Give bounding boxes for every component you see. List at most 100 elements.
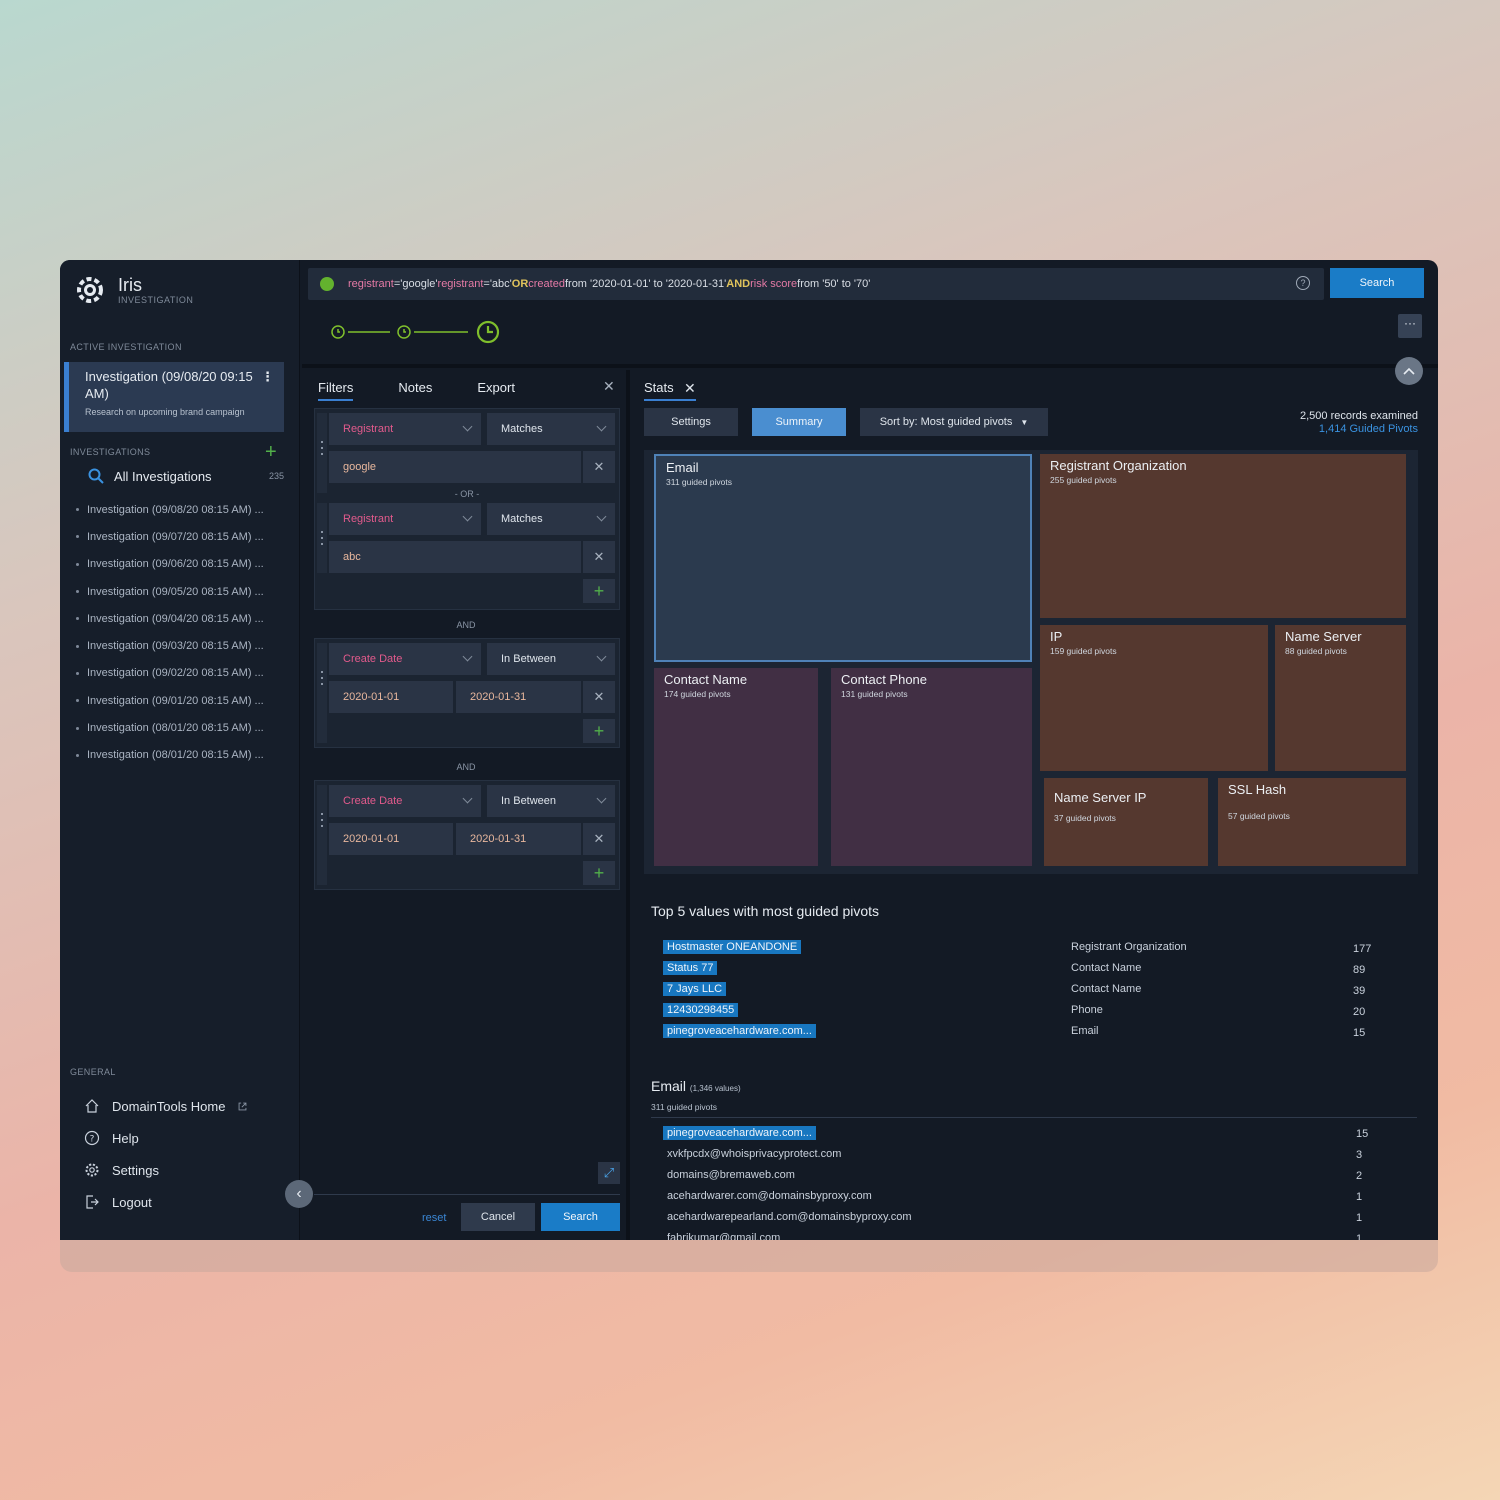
filter-operator-select[interactable]: In Between	[487, 785, 615, 817]
list-item[interactable]: Investigation (09/04/20 08:15 AM) ...	[76, 605, 286, 632]
table-row[interactable]: domains@bremaweb.com 2	[663, 1166, 1403, 1187]
add-value-button[interactable]: +	[583, 719, 615, 743]
list-item[interactable]: Investigation (09/07/20 08:15 AM) ...	[76, 523, 286, 550]
query-help-icon[interactable]: ?	[1296, 276, 1310, 290]
tab-export[interactable]: Export	[477, 376, 515, 401]
tab-notes[interactable]: Notes	[398, 376, 432, 401]
active-investigation-card[interactable]: Investigation (09/08/20 09:15 AM) Resear…	[64, 362, 284, 432]
filter-field-select[interactable]: Create Date	[329, 785, 481, 817]
more-options-button[interactable]: ···	[1398, 314, 1422, 338]
collapse-sidebar-button[interactable]: ‹	[285, 1180, 313, 1208]
expand-icon[interactable]: ⤢	[598, 1162, 620, 1184]
date-to-input[interactable]: 2020-01-31	[456, 681, 581, 713]
drag-handle-icon[interactable]	[317, 503, 327, 573]
remove-value-icon[interactable]: ✕	[583, 541, 615, 573]
treemap-tile-contact-phone[interactable]: Contact Phone 131 guided pivots	[831, 668, 1032, 866]
email-guided-pivots: 311 guided pivots	[651, 1102, 718, 1112]
pivot-value-chip[interactable]: Hostmaster ONEANDONE	[663, 940, 802, 954]
treemap-tile-ip[interactable]: IP 159 guided pivots	[1040, 625, 1268, 771]
collapse-up-button[interactable]	[1395, 357, 1423, 385]
treemap-tile-contact-name[interactable]: Contact Name 174 guided pivots	[654, 668, 818, 866]
sidebar: Iris INVESTIGATION ACTIVE INVESTIGATION …	[60, 260, 300, 1240]
drag-handle-icon[interactable]	[317, 413, 327, 493]
tab-filters[interactable]: Filters	[318, 376, 354, 401]
filter-value-input[interactable]: abc	[329, 541, 581, 573]
or-separator: - OR -	[454, 489, 480, 499]
general-menu: DomainTools Home ? Help Settings Logout	[84, 1090, 248, 1218]
logout-link[interactable]: Logout	[84, 1186, 248, 1218]
date-from-input[interactable]: 2020-01-01	[329, 823, 453, 855]
settings-link[interactable]: Settings	[84, 1154, 248, 1186]
bullet-icon	[76, 508, 79, 512]
treemap-tile-name-server[interactable]: Name Server 88 guided pivots	[1275, 625, 1406, 771]
list-item[interactable]: Investigation (08/01/20 08:15 AM) ...	[76, 742, 286, 769]
query-search-button[interactable]: Search	[1330, 268, 1424, 298]
reset-link[interactable]: reset	[422, 1212, 446, 1224]
table-row[interactable]: xvkfpcdx@whoisprivacyprotect.com 3	[663, 1145, 1403, 1166]
table-row[interactable]: fabrikumar@gmail.com 1	[663, 1229, 1403, 1240]
treemap-tile-ssl-hash[interactable]: SSL Hash 57 guided pivots	[1218, 778, 1406, 866]
filter-operator-select[interactable]: In Between	[487, 643, 615, 675]
table-row[interactable]: acehardwarer.com@domainsbyproxy.com 1	[663, 1187, 1403, 1208]
remove-value-icon[interactable]: ✕	[583, 823, 615, 855]
filters-search-button[interactable]: Search	[541, 1203, 620, 1231]
pivot-value-chip[interactable]: 12430298455	[663, 1003, 739, 1017]
close-stats-icon[interactable]: ✕	[684, 380, 696, 397]
filter-field-select[interactable]: Create Date	[329, 643, 481, 675]
treemap-tile-email[interactable]: Email 311 guided pivots	[654, 454, 1032, 662]
summary-button[interactable]: Summary	[752, 408, 846, 436]
list-item[interactable]: Investigation (09/03/20 08:15 AM) ...	[76, 632, 286, 659]
treemap-tile-name-server-ip[interactable]: Name Server IP 37 guided pivots	[1044, 778, 1208, 866]
pivot-value-chip[interactable]: pinegroveacehardware.com...	[663, 1024, 816, 1038]
logout-icon	[86, 1195, 99, 1209]
divider	[314, 1194, 620, 1195]
table-row: 12430298455 Phone 20	[663, 1001, 1403, 1022]
filter-field-select[interactable]: Registrant	[329, 503, 481, 535]
list-item[interactable]: Investigation (09/08/20 08:15 AM) ...	[76, 496, 286, 523]
email-values-count: (1,346 values)	[689, 1084, 741, 1093]
table-row: Hostmaster ONEANDONE Registrant Organiza…	[663, 938, 1403, 959]
date-to-input[interactable]: 2020-01-31	[456, 823, 581, 855]
add-investigation-icon[interactable]: +	[265, 442, 277, 462]
settings-button[interactable]: Settings	[644, 408, 738, 436]
close-filters-icon[interactable]: ✕	[603, 378, 615, 395]
add-value-button[interactable]: +	[583, 861, 615, 885]
list-item[interactable]: Investigation (09/05/20 08:15 AM) ...	[76, 578, 286, 605]
list-item[interactable]: Investigation (09/02/20 08:15 AM) ...	[76, 660, 286, 687]
domaintools-home-link[interactable]: DomainTools Home	[84, 1090, 248, 1122]
cancel-button[interactable]: Cancel	[461, 1203, 535, 1231]
tab-stats[interactable]: Stats ✕	[644, 376, 696, 401]
filter-operator-select[interactable]: Matches	[487, 503, 615, 535]
pivot-value-chip[interactable]: Status 77	[663, 961, 718, 975]
search-icon	[88, 468, 104, 484]
pivot-value-chip[interactable]: 7 Jays LLC	[663, 982, 727, 996]
list-item[interactable]: Investigation (08/01/20 08:15 AM) ...	[76, 714, 286, 741]
filter-field-select[interactable]: Registrant	[329, 413, 481, 445]
add-value-button[interactable]: +	[583, 579, 615, 603]
treemap-tile-registrant-organization[interactable]: Registrant Organization 255 guided pivots	[1040, 454, 1406, 618]
list-item[interactable]: Investigation (09/06/20 08:15 AM) ...	[76, 551, 286, 578]
kebab-menu-icon[interactable]: ⋮	[261, 369, 274, 385]
remove-value-icon[interactable]: ✕	[583, 451, 615, 483]
filter-group-registrant: Registrant Matches google ✕ - OR - Regis…	[314, 408, 620, 610]
table-row[interactable]: acehardwarepearland.com@domainsbyproxy.c…	[663, 1208, 1403, 1229]
pivot-value-chip[interactable]: pinegroveacehardware.com...	[663, 1126, 816, 1140]
sort-dropdown[interactable]: Sort by: Most guided pivots ▼	[860, 408, 1048, 436]
query-status-icon	[320, 277, 334, 291]
all-investigations-link[interactable]: All Investigations 235	[88, 468, 284, 484]
query-bar[interactable]: registrant = 'google' registrant = 'abc'…	[308, 268, 1324, 300]
filter-operator-select[interactable]: Matches	[487, 413, 615, 445]
bullet-icon	[76, 753, 79, 757]
help-link[interactable]: ? Help	[84, 1122, 248, 1154]
filter-value-input[interactable]: google	[329, 451, 581, 483]
brand[interactable]: Iris INVESTIGATION	[74, 274, 193, 306]
top5-title: Top 5 values with most guided pivots	[651, 903, 880, 919]
list-item[interactable]: Investigation (09/01/20 08:15 AM) ...	[76, 687, 286, 714]
date-from-input[interactable]: 2020-01-01	[329, 681, 453, 713]
drag-handle-icon[interactable]	[317, 643, 327, 743]
chevron-down-icon	[596, 511, 607, 522]
help-icon: ?	[84, 1130, 100, 1146]
guided-pivots-link[interactable]: 1,414 Guided Pivots	[1300, 423, 1418, 436]
remove-value-icon[interactable]: ✕	[583, 681, 615, 713]
drag-handle-icon[interactable]	[317, 785, 327, 885]
